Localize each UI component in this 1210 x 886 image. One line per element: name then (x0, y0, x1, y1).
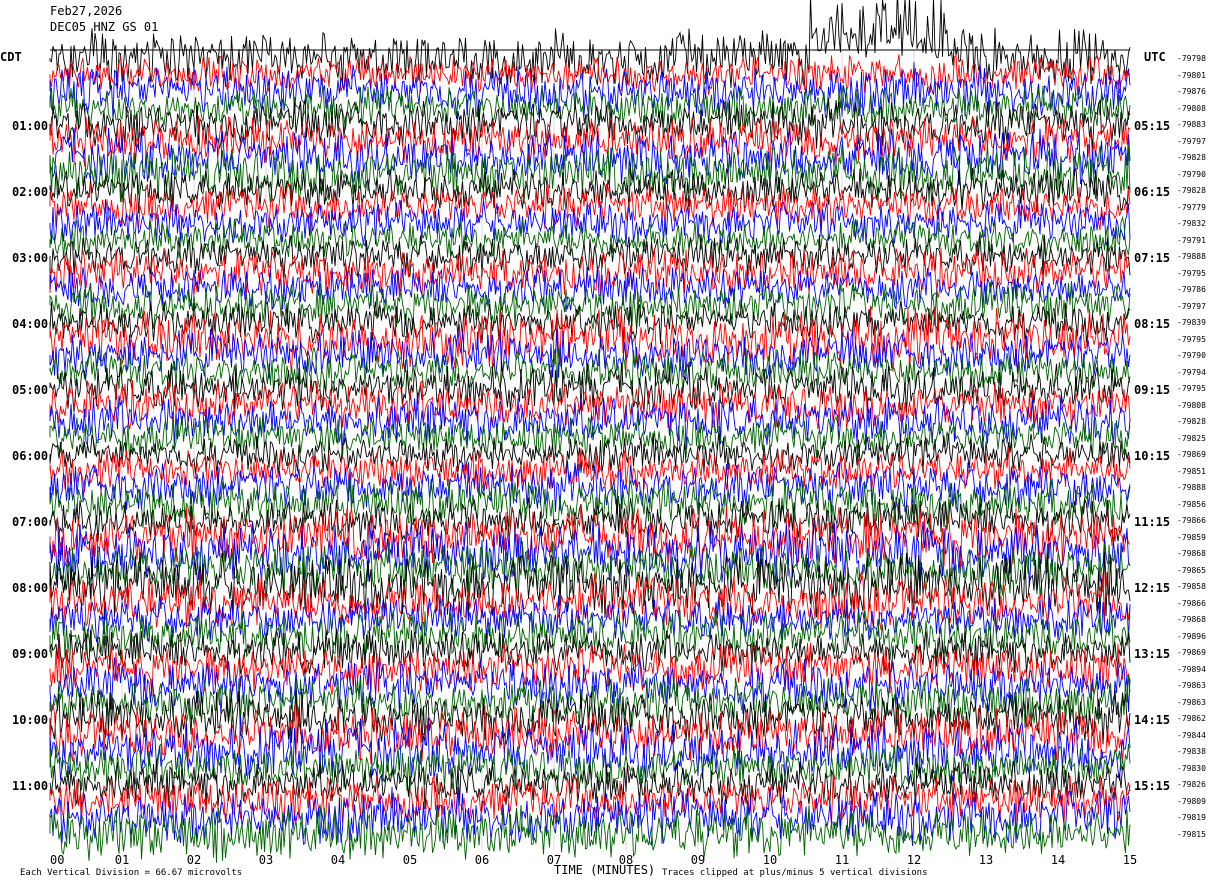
row-value-label: -79869 (1177, 450, 1206, 459)
row-value-label: -79832 (1177, 219, 1206, 228)
row-value-label: -79863 (1177, 697, 1206, 707)
x-tick-label: 01 (115, 853, 129, 867)
x-tick-label: 06 (475, 853, 489, 867)
row-value-label: -79786 (1177, 285, 1206, 294)
x-tick-label: 05 (403, 853, 417, 867)
trace-row-13 (49, 247, 1131, 298)
row-value-label: -79888 (1177, 252, 1206, 261)
row-value-label: -79862 (1177, 714, 1206, 723)
right-hour-label: 05:15 (1134, 119, 1171, 133)
row-value-label: -79801 (1177, 70, 1206, 80)
row-value-label: -79808 (1177, 400, 1206, 410)
x-tick-label: 04 (331, 853, 345, 867)
row-value-label: -79896 (1177, 631, 1206, 641)
left-hour-label: 04:00 (12, 317, 49, 331)
right-hour-label: 07:15 (1134, 251, 1171, 265)
row-value-label: -79844 (1177, 730, 1206, 740)
left-hour-label: 10:00 (12, 713, 49, 727)
row-value-label: -79795 (1177, 268, 1206, 278)
row-value-label: -79868 (1177, 615, 1206, 624)
right-hour-label: 08:15 (1134, 317, 1171, 331)
x-tick-label: 03 (259, 853, 273, 867)
left-hour-label: 02:00 (12, 185, 49, 199)
row-value-label: -79797 (1177, 301, 1206, 311)
row-value-label: -79828 (1177, 153, 1206, 162)
row-value-label: -79815 (1177, 829, 1206, 839)
right-hour-label: 06:15 (1134, 185, 1171, 199)
row-value-label: -79826 (1177, 780, 1206, 789)
row-value-label: -79865 (1177, 565, 1206, 575)
right-hour-label: 14:15 (1134, 713, 1171, 727)
clip-note: Traces clipped at plus/minus 5 vertical … (662, 868, 928, 878)
row-value-label: -79866 (1177, 598, 1206, 608)
trace-row-26 (49, 460, 1131, 514)
row-value-label: -79876 (1177, 87, 1206, 96)
left-hour-label: 05:00 (12, 383, 49, 397)
right-hour-label: 15:15 (1134, 779, 1171, 793)
row-value-label: -79798 (1177, 54, 1206, 63)
left-hour-label: 07:00 (12, 515, 49, 529)
row-value-label: -79791 (1177, 235, 1206, 245)
row-value-label: -79859 (1177, 532, 1206, 542)
x-tick-label: 00 (50, 853, 64, 867)
x-tick-label: 11 (835, 853, 849, 867)
x-tick-label: 10 (763, 853, 777, 867)
right-hour-label: 12:15 (1134, 581, 1171, 595)
row-value-label: -79869 (1177, 648, 1206, 657)
row-value-label: -79794 (1177, 367, 1206, 377)
row-value-label: -79795 (1177, 334, 1206, 344)
trace-row-40 (49, 689, 1131, 745)
x-tick-label: 12 (907, 853, 921, 867)
x-axis-title: TIME (MINUTES) (554, 863, 656, 877)
right-hour-label: 11:15 (1134, 515, 1171, 529)
right-hour-label: 10:15 (1134, 449, 1171, 463)
x-tick-label: 09 (691, 853, 705, 867)
trace-row-41 (49, 704, 1131, 765)
row-value-label: -79825 (1177, 433, 1206, 443)
row-value-label: -79828 (1177, 186, 1206, 195)
row-value-label: -79808 (1177, 103, 1206, 113)
row-value-label: -79795 (1177, 384, 1206, 393)
row-value-label: -79797 (1177, 136, 1206, 146)
trace-row-1 (49, 53, 1131, 96)
row-value-label: -79830 (1177, 763, 1206, 773)
left-hour-label: 09:00 (12, 647, 49, 661)
row-value-label: -79868 (1177, 549, 1206, 558)
row-value-label: -79790 (1177, 169, 1206, 179)
row-value-label: -79851 (1177, 466, 1206, 476)
row-value-label: -79858 (1177, 582, 1206, 591)
left-hour-label: 11:00 (12, 779, 49, 793)
row-value-label: -79863 (1177, 681, 1206, 690)
row-value-label: -79790 (1177, 351, 1206, 360)
row-value-label: -79883 (1177, 120, 1206, 129)
left-hour-label: 06:00 (12, 449, 49, 463)
seismogram-plot: 00 01 02 03 04 05 06 07 08 09 10 11 12 13 14 15 (49, 0, 1137, 867)
x-tick-label: 14 (1051, 853, 1065, 867)
row-value-label: -79866 (1177, 516, 1206, 525)
row-value-label: -79856 (1177, 499, 1206, 509)
right-hour-label: 09:15 (1134, 383, 1171, 397)
row-value-label: -79809 (1177, 796, 1206, 806)
left-hour-label: 03:00 (12, 251, 49, 265)
x-tick-label: 02 (187, 853, 201, 867)
row-value-label: -79839 (1177, 318, 1206, 327)
row-value-label: -79888 (1177, 483, 1206, 492)
right-hour-label: 13:15 (1134, 647, 1171, 661)
left-hour-label: 01:00 (12, 119, 49, 133)
row-value-label: -79828 (1177, 417, 1206, 426)
row-value-label: -79894 (1177, 664, 1206, 674)
x-tick-label: 15 (1123, 853, 1137, 867)
scale-note: Each Vertical Division = 66.67 microvolt… (20, 868, 243, 878)
left-hour-label: 08:00 (12, 581, 49, 595)
x-tick-label: 13 (979, 853, 993, 867)
row-value-label: -79838 (1177, 747, 1206, 756)
row-value-label: -79779 (1177, 202, 1206, 212)
row-value-label: -79819 (1177, 813, 1206, 822)
traces-group (49, 0, 1131, 863)
